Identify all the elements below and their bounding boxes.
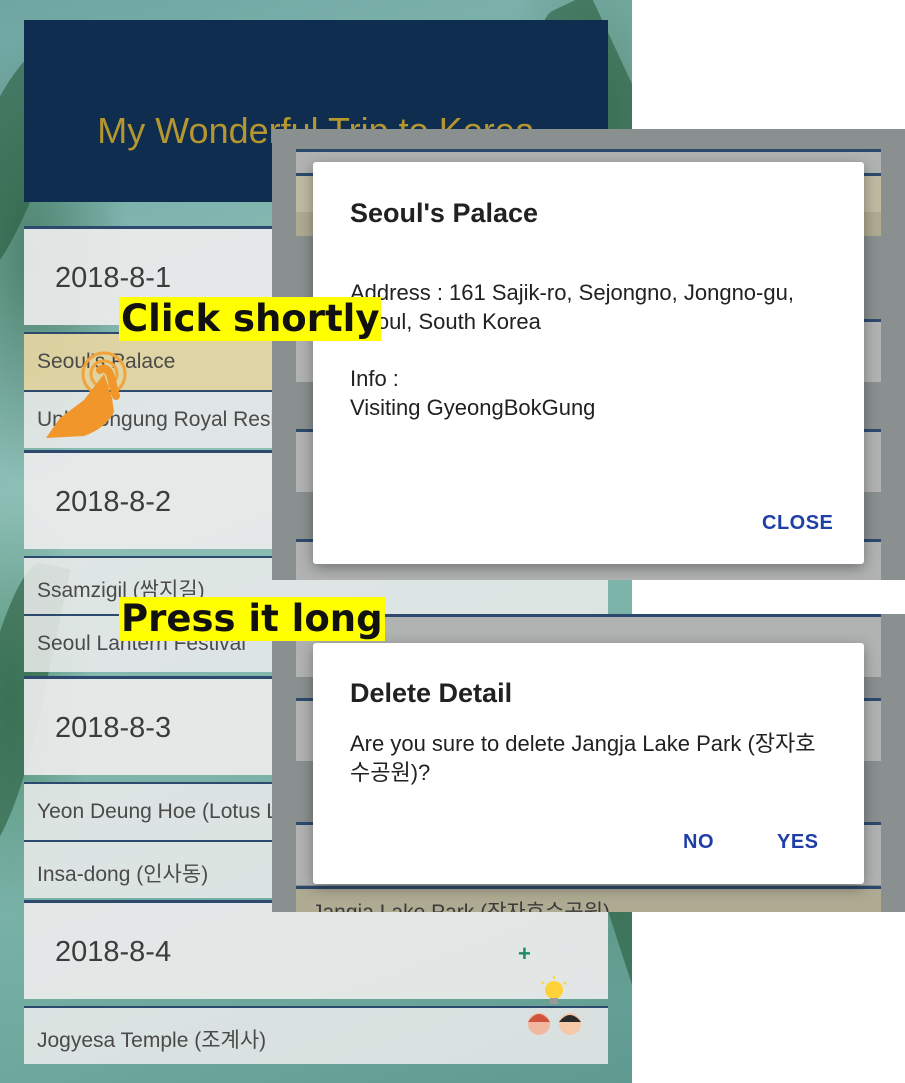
add-detail-button[interactable]: + bbox=[518, 941, 531, 967]
dialog-address: Address : 161 Sajik-ro, Sejongno, Jongno… bbox=[350, 280, 794, 334]
delete-dialog-overlay: Jangja Lake Park (장자호수공원) Delete Detail … bbox=[272, 614, 905, 912]
delete-dialog: Delete Detail Are you sure to delete Jan… bbox=[313, 643, 864, 884]
date-label: 2018-8-4 bbox=[55, 936, 172, 968]
tap-hand-icon bbox=[44, 348, 130, 440]
dialog-info-value: Visiting GyeongBokGung bbox=[350, 395, 596, 420]
detail-label: Jogyesa Temple (조계사) bbox=[37, 1029, 267, 1052]
info-dialog-overlay: Seoul's Palace Address : 161 Sajik-ro, S… bbox=[272, 129, 905, 580]
date-label: 2018-8-3 bbox=[55, 712, 172, 744]
close-button[interactable]: CLOSE bbox=[762, 512, 833, 535]
list-item[interactable]: Jogyesa Temple (조계사) bbox=[24, 1006, 608, 1064]
info-dialog: Seoul's Palace Address : 161 Sajik-ro, S… bbox=[313, 162, 864, 564]
date-label: 2018-8-1 bbox=[55, 262, 172, 294]
dialog-info-label: Info : bbox=[350, 366, 399, 391]
dialog-message: Are you sure to delete Jangja Lake Park … bbox=[350, 731, 816, 785]
date-label: 2018-8-2 bbox=[55, 486, 172, 518]
yes-button[interactable]: YES bbox=[777, 831, 819, 854]
dialog-title: Seoul's Palace bbox=[350, 198, 539, 228]
date-row-4[interactable]: 2018-8-4 + bbox=[24, 900, 608, 999]
list-item-behind: Jangja Lake Park (장자호수공원) bbox=[312, 896, 610, 912]
press-annotation: Press it long bbox=[119, 597, 385, 641]
detail-label: Insa-dong (인사동) bbox=[37, 863, 209, 886]
click-annotation: Click shortly bbox=[119, 297, 382, 341]
no-button[interactable]: NO bbox=[683, 831, 714, 854]
characters-icon bbox=[524, 976, 588, 1038]
dialog-title: Delete Detail bbox=[350, 678, 513, 708]
